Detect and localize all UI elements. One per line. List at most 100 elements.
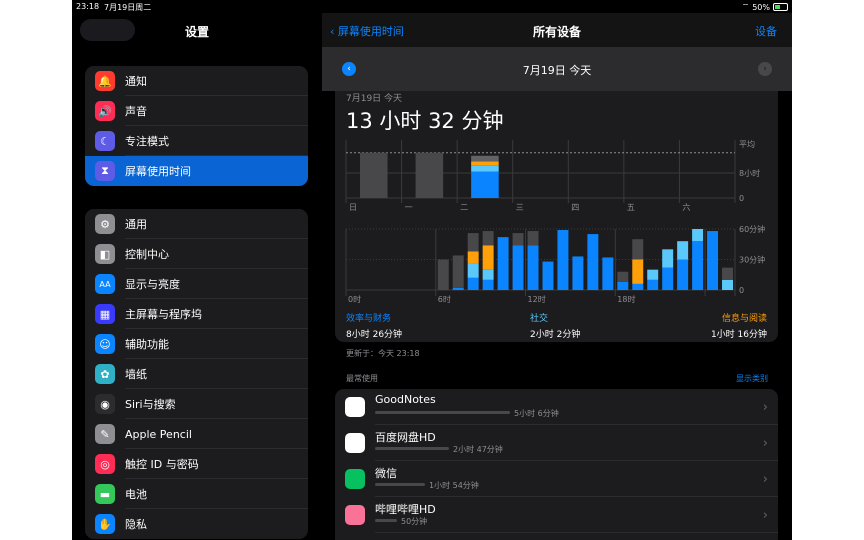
hourly-bar-segment[interactable]	[497, 237, 509, 290]
sidebar-item-grid[interactable]: ▦ 主屏幕与程序坞	[85, 299, 308, 329]
weekly-bar-segment[interactable]	[471, 161, 499, 166]
hourly-bar-segment[interactable]	[647, 269, 659, 280]
sidebar-item-toggles[interactable]: ◧ 控制中心	[85, 239, 308, 269]
hourly-bar-segment[interactable]	[662, 267, 674, 290]
hourly-chart[interactable]: 0时 6时 12时 18时 60分钟 30分钟 0	[335, 224, 778, 309]
status-time: 23:18	[76, 2, 100, 11]
weekly-chart[interactable]: 日 一 二 三 四 五 六 平均 8小时 0	[335, 136, 778, 216]
sidebar-item-label: 主屏幕与程序坞	[125, 308, 202, 321]
category-summary-item: 社交 2小时 2分钟	[530, 311, 580, 340]
hourly-bar-segment[interactable]	[722, 279, 733, 290]
hourly-bar-segment[interactable]	[482, 279, 494, 290]
y-tick-label: 0	[739, 286, 744, 295]
sidebar-item-gear[interactable]: ⚙ 通用	[85, 209, 308, 239]
y-tick-label: 8小时	[739, 168, 760, 178]
hourly-bar-segment[interactable]	[677, 259, 689, 291]
day-tick-label: 一	[405, 203, 413, 212]
y-tick-label: 0	[739, 194, 744, 203]
hourly-bar-segment[interactable]	[722, 267, 733, 280]
usage-bar	[375, 483, 425, 486]
app-row[interactable]: 百度网盘HD 2小时 47分钟 ›	[335, 425, 778, 461]
hourly-bar-segment[interactable]	[467, 251, 479, 264]
category-time: 2小时 2分钟	[530, 330, 581, 340]
sidebar-item-flower[interactable]: ✿ 墙纸	[85, 359, 308, 389]
hourly-bar-segment[interactable]	[542, 261, 554, 290]
hourly-bar-segment[interactable]	[452, 255, 464, 288]
hour-tick-label: 6时	[438, 294, 451, 304]
hourly-bar-segment[interactable]	[512, 245, 524, 290]
sidebar-item-battery[interactable]: ▬ 电池	[85, 479, 308, 509]
usage-bar	[375, 447, 449, 450]
devices-button[interactable]: 设备	[755, 23, 777, 39]
hourly-bar-segment[interactable]	[467, 277, 479, 290]
sidebar-item-label: 显示与亮度	[125, 278, 180, 291]
sidebar-item-label: Apple Pencil	[125, 427, 192, 441]
hourly-bar-segment[interactable]	[677, 241, 689, 260]
day-tick-label: 日	[349, 203, 357, 212]
hourly-bar-segment[interactable]	[557, 230, 569, 290]
hourly-bar-segment[interactable]	[482, 245, 494, 270]
show-categories-link[interactable]: 显示类别	[736, 373, 768, 384]
hourly-bar-segment[interactable]	[527, 245, 539, 290]
hourly-bar-segment[interactable]	[632, 239, 644, 260]
hourly-bar-segment[interactable]	[437, 259, 449, 291]
weekly-bar-segment[interactable]	[471, 165, 499, 172]
weekly-bar-segment[interactable]	[471, 155, 499, 162]
sidebar-item-siri[interactable]: ◉ Siri与搜索	[85, 389, 308, 419]
next-day-button[interactable]: ›	[758, 62, 772, 76]
category-name: 信息与阅读	[721, 314, 767, 324]
weekly-bar-segment[interactable]	[471, 171, 499, 198]
summary-date: 7月19日 今天	[346, 94, 403, 104]
hourly-bar-segment[interactable]	[647, 279, 659, 290]
goodnotes-icon	[345, 397, 365, 417]
app-row[interactable]: 微信 1小时 54分钟 ›	[335, 461, 778, 497]
hourly-bar-segment[interactable]	[617, 271, 629, 282]
app-row[interactable]: 哔哩哔哩HD 50分钟 ›	[335, 497, 778, 533]
sidebar-item-pencil[interactable]: ✎ Apple Pencil	[85, 419, 308, 449]
day-tick-label: 二	[460, 203, 468, 212]
hourly-bar-segment[interactable]	[662, 249, 674, 268]
pencil-icon: ✎	[95, 424, 115, 444]
bilibili-icon	[345, 505, 365, 525]
hourly-bar-segment[interactable]	[482, 269, 494, 280]
sidebar-item-speaker[interactable]: 🔊 声音	[85, 96, 308, 126]
most-used-list: GoodNotes 5小时 6分钟 › 百度网盘HD 2小时 47分钟 › 微信 1小时 54…	[335, 389, 778, 540]
hourly-bar-segment[interactable]	[587, 234, 599, 290]
sidebar-item-fingerprint[interactable]: ◎ 触控 ID 与密码	[85, 449, 308, 479]
speaker-icon: 🔊	[95, 101, 115, 121]
sidebar-group-2: ⚙ 通用 ◧ 控制中心 AA 显示与亮度 ▦ 主屏幕与程序坞 ☺ 辅助功能 ✿ 墙纸 ◉ Siri与搜索 ✎…	[85, 209, 308, 539]
hourly-bar-segment[interactable]	[632, 283, 644, 290]
category-name: 效率与财务	[346, 314, 392, 324]
hourly-bar-segment[interactable]	[512, 233, 524, 246]
app-name: GoodNotes	[375, 393, 436, 406]
hourly-bar-segment[interactable]	[452, 287, 464, 290]
screen-time-detail: ‹ 屏幕使用时间 所有设备 设备 ‹ 7月19日 今天 › 7月19日 今天 1…	[322, 13, 792, 540]
hourly-bar-segment[interactable]	[572, 256, 584, 290]
hourly-bar-segment[interactable]	[467, 233, 479, 252]
usage-bar	[375, 519, 397, 522]
hourly-bar-segment[interactable]	[692, 229, 704, 242]
sidebar-item-text-size[interactable]: AA 显示与亮度	[85, 269, 308, 299]
hourly-bar-segment[interactable]	[692, 241, 704, 290]
sidebar-item-moon[interactable]: ☾ 专注模式	[85, 126, 308, 156]
hourly-bar-segment[interactable]	[467, 263, 479, 278]
weekly-bar[interactable]	[415, 152, 444, 198]
hourly-bar-segment[interactable]	[527, 231, 539, 246]
hourly-bar-segment[interactable]	[602, 257, 614, 290]
weekly-bar[interactable]	[360, 152, 388, 198]
hourly-bar-segment[interactable]	[482, 231, 494, 246]
row-separator	[375, 532, 778, 533]
sidebar-item-hand[interactable]: ✋ 隐私	[85, 509, 308, 539]
sidebar-item-label: 通用	[125, 218, 147, 231]
hourly-bar-segment[interactable]	[632, 259, 644, 284]
hourly-bar-segment[interactable]	[707, 231, 719, 290]
summary-card: 7月19日 今天 13 小时 32 分钟 日 一 二 三 四 五 六 平均 8小时 0 0时 6时 1…	[335, 91, 778, 342]
category-summary-item: 效率与财务 8小时 26分钟	[346, 311, 402, 340]
sidebar-item-bell[interactable]: 🔔 通知	[85, 66, 308, 96]
chevron-right-icon: ›	[762, 472, 768, 487]
nav-title: 所有设备	[532, 25, 581, 39]
hourly-bar-segment[interactable]	[617, 281, 629, 290]
sidebar-item-hourglass[interactable]: ⧗ 屏幕使用时间	[85, 156, 308, 186]
app-row[interactable]: GoodNotes 5小时 6分钟 ›	[335, 389, 778, 425]
sidebar-item-accessibility[interactable]: ☺ 辅助功能	[85, 329, 308, 359]
